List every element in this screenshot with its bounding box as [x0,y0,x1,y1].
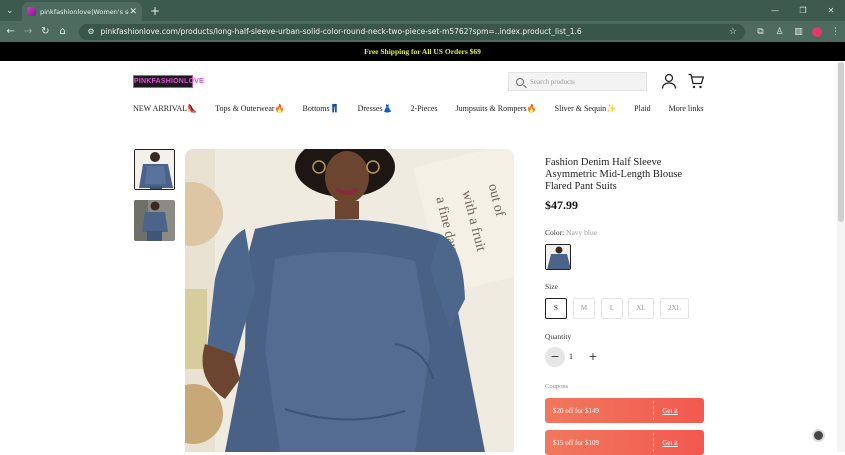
coupon-card: $15 off for $109 Get it [545,430,704,455]
cart-icon[interactable] [688,73,704,89]
coupon-description: $20 off for $149 [553,406,599,415]
search-input[interactable]: Search products [508,72,647,91]
nav-item-tops-outerwear[interactable]: Tops & Outerwear🔥 [215,104,284,113]
tab-search-icon[interactable]: ⌄ [6,6,20,16]
reload-icon[interactable]: ↻ [37,26,54,37]
quantity-decrease-button[interactable]: − [545,347,565,367]
coupons-label: Coupons [545,383,569,390]
profile-avatar-icon[interactable] [811,26,822,37]
browser-tab[interactable]: pinkfashionlove|Women's sel ✕ [22,2,142,21]
size-option-2xl[interactable]: 2XL [660,298,689,319]
search-icon [516,77,524,86]
address-bar-row: ← → ↻ ⌂ ⚙ pinkfashionlove.com/products/l… [0,21,845,42]
back-arrow-icon[interactable]: ← [2,26,19,37]
url-field[interactable]: ⚙ pinkfashionlove.com/products/long-half… [79,23,745,40]
product-thumbnail-2[interactable] [134,200,175,241]
extensions-icon[interactable]: ⧉ [751,27,770,37]
nav-item-sliver-sequin[interactable]: Sliver & Sequin✨ [555,104,617,113]
side-panel-icon[interactable]: ▥ [789,27,808,37]
browser-extension-icon[interactable]: ♙ [770,27,789,37]
tab-title: pinkfashionlove|Women's sel [40,7,130,16]
coupon-card: $20 off for $149 Get it [545,398,704,423]
size-option-xl[interactable]: XL [628,298,654,319]
get-coupon-link[interactable]: Get it [662,407,678,415]
product-thumbnail-1[interactable] [134,149,175,190]
coupon-description: $15 off for $109 [553,438,599,447]
browser-tab-strip: ⌄ pinkfashionlove|Women's sel ✕ + — ❐ ✕ [0,0,845,21]
nav-item-plaid[interactable]: Plaid [634,104,650,113]
close-window-icon[interactable]: ✕ [817,0,845,21]
window-controls: — ❐ ✕ [761,0,845,21]
size-option-l[interactable]: L [601,298,623,319]
nav-item-jumpsuits-rompers[interactable]: Jumpsuits & Rompers🔥 [456,104,537,113]
account-icon[interactable] [661,73,677,89]
close-tab-icon[interactable]: ✕ [129,7,137,17]
size-label: Size [545,282,558,291]
new-tab-button[interactable]: + [150,4,160,18]
floating-support-icon[interactable] [812,429,825,442]
quantity-label: Quantity [545,332,572,341]
quantity-value[interactable]: 1 [569,352,573,361]
search-placeholder: Search products [530,77,575,86]
color-value: Navy blue [566,228,598,237]
forward-arrow-icon[interactable]: → [19,26,36,37]
product-price: $47.99 [545,198,578,212]
browser-menu-icon[interactable]: ⋮ [826,27,845,37]
color-swatch-navy-blue[interactable] [545,244,571,270]
minimize-icon[interactable]: — [761,0,789,21]
product-title: Fashion Denim Half Sleeve Asymmetric Mid… [545,157,683,192]
color-label: Color: [545,228,565,237]
bookmark-star-icon[interactable]: ☆ [729,27,737,37]
size-option-m[interactable]: M [573,298,595,319]
announcement-bar: Free Shipping for All US Orders $69 [0,42,845,61]
scrollbar-thumb[interactable] [838,62,844,222]
nav-item-new-arrival[interactable]: NEW ARRIVAL👠 [133,104,197,113]
product-main-image[interactable]: a fine day with a fruit out of [185,149,514,452]
restore-icon[interactable]: ❐ [789,0,817,21]
nav-item-bottoms[interactable]: Bottoms👖 [303,104,340,113]
nav-item-dresses[interactable]: Dresses👗 [358,104,393,113]
nav-item-more-links[interactable]: More links [669,104,704,113]
home-icon[interactable]: ⌂ [54,26,71,37]
site-info-icon[interactable]: ⚙ [87,27,94,36]
site-logo[interactable]: PINKFASHIONLOVE [133,75,204,88]
site-favicon-icon [27,7,36,16]
get-coupon-link[interactable]: Get it [662,439,678,447]
extension-toolbar: ⧉ ♙ ▥ ⋮ [751,26,845,37]
page-scrollbar[interactable] [837,62,845,452]
quantity-increase-button[interactable]: + [583,347,603,367]
size-option-s[interactable]: S [545,298,567,319]
color-label-row: Color: Navy blue [545,228,597,237]
nav-item-2-pieces[interactable]: 2-Pieces [410,104,437,113]
main-navigation: NEW ARRIVAL👠 Tops & Outerwear🔥 Bottoms👖 … [133,104,721,113]
url-text: pinkfashionlove.com/products/long-half-s… [100,27,582,36]
